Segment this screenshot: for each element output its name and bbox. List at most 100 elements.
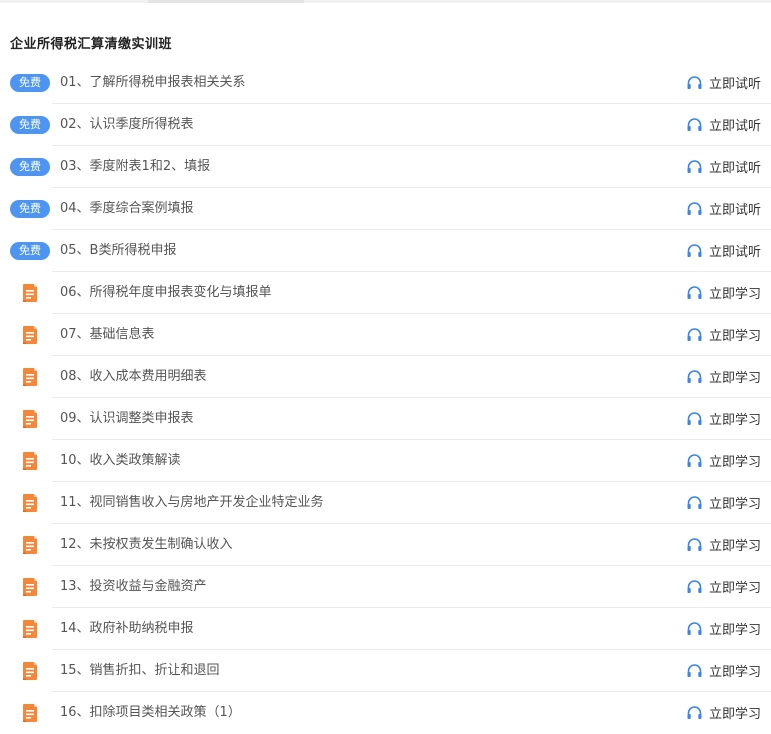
lesson-title[interactable]: 04、季度综合案例填报 (60, 188, 194, 229)
headphone-icon (687, 706, 702, 719)
lesson-title[interactable]: 01、了解所得税申报表相关关系 (60, 62, 246, 103)
lesson-action-label: 立即试听 (708, 203, 761, 218)
lesson-action-button[interactable]: 立即学习 (686, 566, 761, 607)
lesson-row[interactable]: 免费 02、认识季度所得税表 立即试听 (10, 104, 771, 146)
headphone-icon (687, 580, 702, 593)
document-icon (23, 578, 37, 596)
lesson-action-button[interactable]: 立即学习 (686, 482, 761, 523)
lesson-title[interactable]: 16、扣除项目类相关政策（1） (60, 692, 241, 733)
headphone-icon (687, 538, 702, 551)
lesson-list: 免费 01、了解所得税申报表相关关系 立即试听 免费 02、认识季度所得税表 立… (0, 62, 771, 733)
free-badge: 免费 (10, 200, 50, 218)
document-icon (23, 536, 37, 554)
headphone-icon (687, 622, 702, 635)
lesson-row[interactable]: 免费 05、B类所得税申报 立即试听 (10, 230, 771, 272)
headphone-icon (687, 118, 702, 131)
headphone-icon (687, 286, 702, 299)
lesson-action-label: 立即试听 (708, 77, 761, 92)
lesson-action-label: 立即试听 (708, 161, 761, 176)
headphone-icon (687, 664, 702, 677)
headphone-icon (687, 202, 702, 215)
lesson-title[interactable]: 11、视同销售收入与房地产开发企业特定业务 (60, 482, 324, 523)
lesson-action-label: 立即学习 (708, 539, 761, 554)
lesson-action-label: 立即学习 (708, 371, 761, 386)
lesson-title[interactable]: 15、销售折扣、折让和退回 (60, 650, 220, 691)
lesson-row[interactable]: 09、认识调整类申报表 立即学习 (23, 398, 771, 440)
lesson-title[interactable]: 10、收入类政策解读 (60, 440, 181, 481)
lesson-action-button[interactable]: 立即学习 (686, 650, 761, 691)
document-icon (23, 704, 37, 722)
lesson-title[interactable]: 09、认识调整类申报表 (60, 398, 194, 439)
lesson-action-button[interactable]: 立即学习 (686, 314, 761, 355)
document-icon (23, 326, 37, 344)
lesson-row[interactable]: 14、政府补助纳税申报 立即学习 (23, 608, 771, 650)
lesson-action-button[interactable]: 立即学习 (686, 356, 761, 397)
lesson-row[interactable]: 免费 03、季度附表1和2、填报 立即试听 (10, 146, 771, 188)
lesson-title[interactable]: 07、基础信息表 (60, 314, 155, 355)
lesson-action-label: 立即试听 (708, 245, 761, 260)
document-icon (23, 368, 37, 386)
document-icon (23, 494, 37, 512)
lesson-row[interactable]: 15、销售折扣、折让和退回 立即学习 (23, 650, 771, 692)
document-icon (23, 284, 37, 302)
lesson-action-button[interactable]: 立即试听 (686, 146, 761, 187)
lesson-action-label: 立即学习 (708, 665, 761, 680)
free-badge: 免费 (10, 116, 50, 134)
lesson-title[interactable]: 02、认识季度所得税表 (60, 104, 194, 145)
lesson-row[interactable]: 06、所得税年度申报表变化与填报单 立即学习 (23, 272, 771, 314)
lesson-title[interactable]: 06、所得税年度申报表变化与填报单 (60, 272, 272, 313)
course-title: 企业所得税汇算清缴实训班 (10, 37, 173, 52)
lesson-title[interactable]: 14、政府补助纳税申报 (60, 608, 194, 649)
document-icon (23, 452, 37, 470)
lesson-action-label: 立即学习 (708, 455, 761, 470)
headphone-icon (687, 244, 702, 257)
free-badge: 免费 (10, 74, 50, 92)
lesson-row[interactable]: 07、基础信息表 立即学习 (23, 314, 771, 356)
lesson-action-button[interactable]: 立即试听 (686, 188, 761, 229)
lesson-action-label: 立即学习 (708, 287, 761, 302)
lesson-row[interactable]: 免费 04、季度综合案例填报 立即试听 (10, 188, 771, 230)
document-icon (23, 620, 37, 638)
document-icon (23, 410, 37, 428)
headphone-icon (687, 496, 702, 509)
headphone-icon (687, 328, 702, 341)
lesson-row[interactable]: 11、视同销售收入与房地产开发企业特定业务 立即学习 (23, 482, 771, 524)
lesson-action-label: 立即学习 (708, 581, 761, 596)
lesson-title[interactable]: 13、投资收益与金融资产 (60, 566, 207, 607)
headphone-icon (687, 412, 702, 425)
lesson-row[interactable]: 08、收入成本费用明细表 立即学习 (23, 356, 771, 398)
lesson-row[interactable]: 免费 01、了解所得税申报表相关关系 立即试听 (10, 62, 771, 104)
lesson-title[interactable]: 12、未按权责发生制确认收入 (60, 524, 233, 565)
headphone-icon (687, 370, 702, 383)
lesson-action-label: 立即学习 (708, 707, 761, 722)
lesson-title[interactable]: 08、收入成本费用明细表 (60, 356, 207, 397)
active-tab-indicator (148, 0, 304, 3)
lesson-action-button[interactable]: 立即试听 (686, 104, 761, 145)
lesson-action-label: 立即试听 (708, 119, 761, 134)
lesson-action-button[interactable]: 立即学习 (686, 608, 761, 649)
free-badge: 免费 (10, 242, 50, 260)
lesson-action-label: 立即学习 (708, 413, 761, 428)
headphone-icon (687, 454, 702, 467)
lesson-title[interactable]: 03、季度附表1和2、填报 (60, 146, 210, 187)
lesson-action-label: 立即学习 (708, 497, 761, 512)
lesson-row[interactable]: 12、未按权责发生制确认收入 立即学习 (23, 524, 771, 566)
lesson-action-button[interactable]: 立即试听 (686, 62, 761, 103)
lesson-row[interactable]: 16、扣除项目类相关政策（1） 立即学习 (23, 692, 771, 733)
lesson-action-button[interactable]: 立即学习 (686, 272, 761, 313)
lesson-action-button[interactable]: 立即学习 (686, 398, 761, 439)
lesson-row[interactable]: 10、收入类政策解读 立即学习 (23, 440, 771, 482)
headphone-icon (687, 160, 702, 173)
free-badge: 免费 (10, 158, 50, 176)
top-tab-strip (0, 0, 771, 3)
lesson-action-button[interactable]: 立即试听 (686, 230, 761, 271)
lesson-action-button[interactable]: 立即学习 (686, 524, 761, 565)
lesson-action-label: 立即学习 (708, 623, 761, 638)
lesson-action-label: 立即学习 (708, 329, 761, 344)
document-icon (23, 662, 37, 680)
headphone-icon (687, 76, 702, 89)
lesson-row[interactable]: 13、投资收益与金融资产 立即学习 (23, 566, 771, 608)
lesson-action-button[interactable]: 立即学习 (686, 440, 761, 481)
lesson-action-button[interactable]: 立即学习 (686, 692, 761, 733)
lesson-title[interactable]: 05、B类所得税申报 (60, 230, 176, 271)
